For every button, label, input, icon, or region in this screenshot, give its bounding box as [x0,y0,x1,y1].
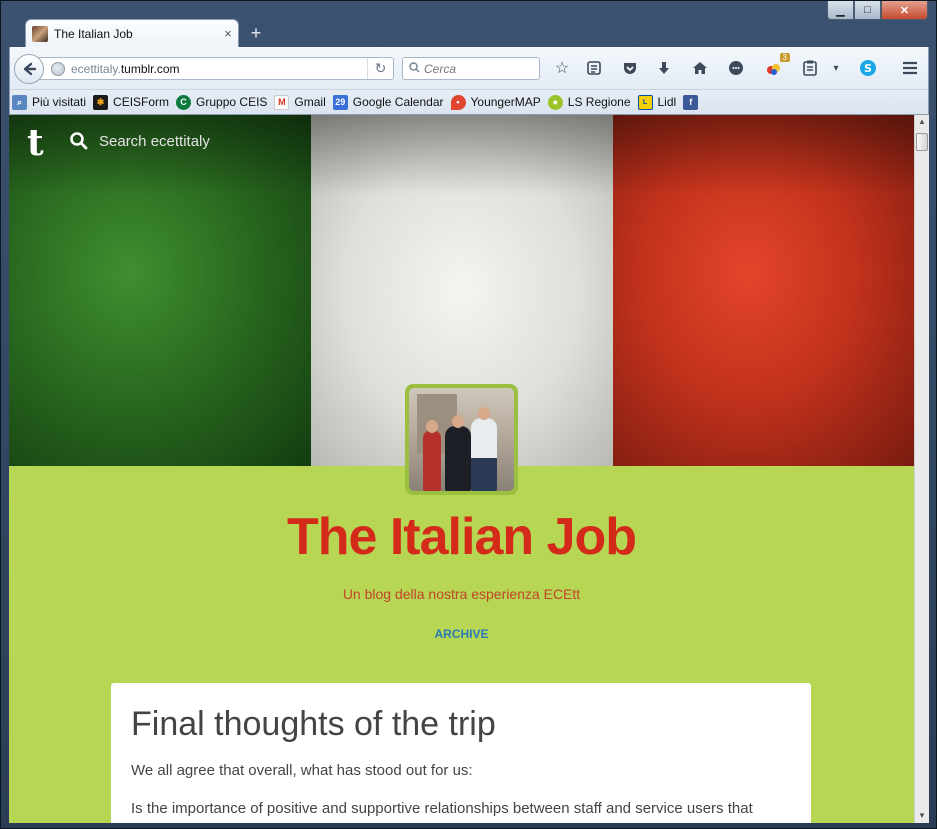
bookmark-label: LS Regione [567,95,631,109]
home-icon[interactable] [688,57,712,79]
clipboard-icon[interactable] [798,57,822,79]
lidl-icon: L [637,94,653,110]
notification-badge: 3 [779,53,790,62]
bookmark-gruppo-ceis[interactable]: C Gruppo CEIS [176,94,268,110]
hamburger-menu-icon[interactable] [898,57,922,79]
tab-active[interactable]: The Italian Job × [25,19,239,47]
bookmark-most-visited[interactable]: ⌕ Più visitati [12,94,87,110]
ls-regione-icon: ● [547,94,563,110]
avatar-photo [409,388,514,491]
scrollbar-thumb[interactable] [916,133,928,151]
bookmark-youngermap[interactable]: • YoungerMAP [450,94,541,110]
download-icon[interactable] [652,57,676,79]
bookmark-label: Gruppo CEIS [196,95,268,109]
browser-search-bar[interactable] [402,57,540,80]
search-icon [70,132,88,150]
new-tab-button[interactable]: + [245,23,267,43]
map-pin-icon: • [450,94,466,110]
site-search[interactable] [69,131,339,151]
bookmark-lidl[interactable]: L Lidl [637,94,677,110]
post-title[interactable]: Final thoughts of the trip [131,705,791,744]
reading-list-icon[interactable] [582,57,606,79]
tab-close-icon[interactable]: × [218,26,238,41]
bookmark-google-calendar[interactable]: 29 Google Calendar [332,94,444,110]
tab-title: The Italian Job [54,26,133,41]
back-arrow-icon [23,62,37,76]
tumblr-logo-icon[interactable]: t [27,123,57,163]
url-subdomain: ecettitaly. [71,61,121,76]
maximize-button[interactable]: □ [854,1,881,20]
bookmark-label: CEISForm [113,95,170,109]
gruppo-ceis-icon: C [176,94,192,110]
bookmark-label: Più visitati [32,95,87,109]
minimize-button[interactable]: ▁ [827,1,854,20]
most-visited-icon: ⌕ [12,94,27,110]
browser-search-input[interactable] [424,61,524,76]
addon-notifications-icon[interactable]: 3 [762,53,790,79]
close-window-button[interactable]: ✕ [881,1,928,20]
browser-window: ▁ □ ✕ The Italian Job × + ecettitaly.tum… [0,0,937,829]
url-domain: tumblr.com [120,61,180,76]
bookmark-label: Gmail [294,95,326,109]
blog-description: Un blog della nostra esperienza ECEtt [342,586,581,602]
url-text[interactable]: ecettitaly.tumblr.com [71,62,367,76]
page-viewport: t The Italian Job Un blog della nos [9,115,914,823]
bookmark-ls-regione[interactable]: ● LS Regione [547,94,631,110]
window-caption-buttons: ▁ □ ✕ [827,1,928,21]
site-search-input[interactable] [99,132,339,150]
chevron-down-icon[interactable]: ▾ [824,57,848,79]
bookmark-label: Google Calendar [352,95,444,109]
reload-icon[interactable]: ↻ [367,58,393,79]
bookmark-label: YoungerMAP [470,95,541,109]
globe-icon [51,61,65,76]
bookmarks-toolbar: ⌕ Più visitati ✱ CEISForm C Gruppo CEIS … [9,89,929,115]
skype-icon[interactable]: S [856,57,880,79]
tab-favicon-icon [32,25,48,42]
bookmark-facebook[interactable]: f [683,94,703,110]
tab-strip: The Italian Job × + [9,19,929,47]
chat-icon[interactable] [724,57,748,79]
header-shade [9,115,914,195]
bookmark-star-icon[interactable]: ☆ [550,57,574,79]
svg-text:S: S [864,62,872,75]
gmail-icon: M [274,94,290,110]
bookmark-ceisform[interactable]: ✱ CEISForm [93,94,170,110]
ceisform-icon: ✱ [93,94,109,110]
url-bar[interactable]: ecettitaly.tumblr.com ↻ [38,57,394,80]
bookmark-gmail[interactable]: M Gmail [274,94,326,110]
scroll-down-arrow-icon[interactable]: ▼ [915,809,929,823]
post-card: Final thoughts of the trip We all agree … [111,683,811,823]
scroll-up-arrow-icon[interactable]: ▲ [915,115,929,129]
bookmark-label: Lidl [657,95,677,109]
navigation-toolbar: ecettitaly.tumblr.com ↻ ☆ 3 [9,47,929,89]
avatar[interactable] [405,384,518,495]
back-button[interactable] [14,54,44,84]
post-paragraph: We all agree that overall, what has stoo… [131,762,473,779]
calendar-icon: 29 [332,94,348,110]
pocket-icon[interactable] [618,57,642,79]
search-icon [409,61,420,76]
blog-title[interactable]: The Italian Job [9,507,914,567]
vertical-scrollbar[interactable]: ▲ ▼ [914,115,929,823]
archive-link[interactable]: ARCHIVE [9,627,914,641]
post-paragraph: Is the importance of positive and suppor… [131,800,753,817]
facebook-icon: f [683,94,699,110]
